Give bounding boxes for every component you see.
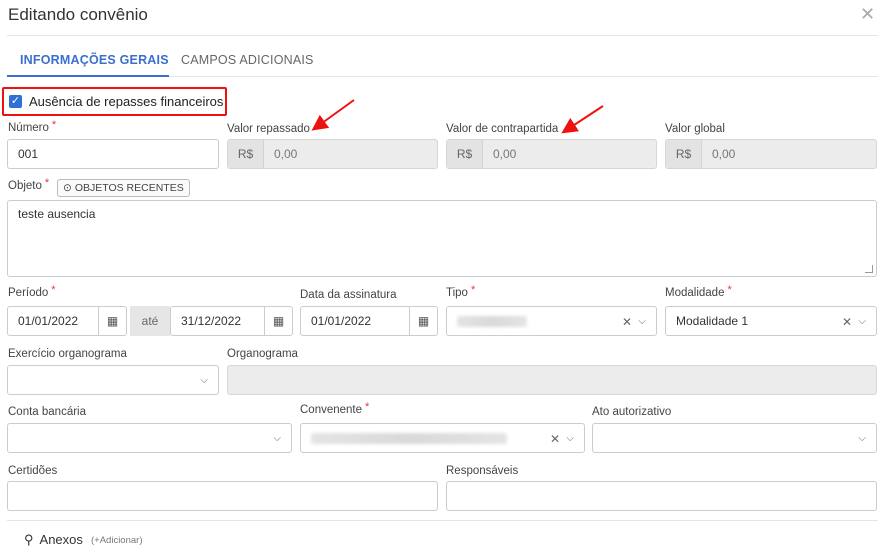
chevron-down-icon[interactable]: ⌵ (858, 316, 866, 327)
certidoes-input[interactable] (7, 481, 438, 511)
valor-contrapartida-value: 0,00 (493, 147, 517, 161)
anexos-add-link[interactable]: (+Adicionar) (91, 535, 142, 546)
valor-global-input: R$ 0,00 (665, 139, 877, 169)
objeto-textarea[interactable]: teste ausencia (7, 200, 877, 277)
periodo-end-input[interactable]: 31/12/2022 ▦ (170, 306, 293, 336)
chevron-down-icon[interactable]: ⌵ (273, 433, 281, 444)
paperclip-icon: ⚲ (24, 532, 34, 547)
chevron-down-icon[interactable]: ⌵ (858, 433, 866, 444)
valor-contrapartida-label: Valor de contrapartida (446, 123, 559, 135)
calendar-icon[interactable]: ▦ (98, 307, 126, 335)
valor-contrapartida-input: R$ 0,00 (446, 139, 657, 169)
valor-repassado-label: Valor repassado (227, 123, 310, 135)
chevron-down-icon[interactable]: ⌵ (638, 316, 646, 327)
calendar-icon[interactable]: ▦ (264, 307, 292, 335)
resize-handle[interactable] (865, 265, 873, 273)
periodo-start-input[interactable]: 01/01/2022 ▦ (7, 306, 127, 336)
numero-label: Número * (8, 119, 57, 134)
arrow-valor-repassado (311, 99, 355, 131)
data-assinatura-label: Data da assinatura (300, 289, 397, 301)
organograma-label: Organograma (227, 348, 298, 360)
valor-global-label: Valor global (665, 123, 725, 135)
ato-autorizativo-label: Ato autorizativo (592, 406, 672, 418)
convenente-select[interactable]: ✕ ⌵ (300, 423, 585, 453)
ato-autorizativo-select[interactable]: ⌵ (592, 423, 877, 453)
certidoes-label: Certidões (8, 465, 58, 477)
organograma-input (227, 365, 877, 395)
tipo-label: Tipo * (446, 284, 476, 299)
currency-prefix: R$ (228, 140, 264, 168)
chevron-down-icon[interactable]: ⌵ (566, 433, 574, 444)
currency-prefix: R$ (447, 140, 483, 168)
responsaveis-input[interactable] (446, 481, 877, 511)
responsaveis-label: Responsáveis (446, 465, 519, 477)
data-assinatura-input[interactable]: 01/01/2022 ▦ (300, 306, 438, 336)
anexos-section: ⚲ Anexos (24, 532, 83, 547)
chevron-down-icon[interactable]: ⌵ (200, 375, 208, 386)
anexos-divider (7, 520, 878, 521)
conta-bancaria-select[interactable]: ⌵ (7, 423, 292, 453)
numero-input[interactable]: 001 (7, 139, 219, 169)
modalidade-label: Modalidade * (665, 284, 732, 299)
clear-icon[interactable]: ✕ (550, 432, 560, 446)
redacted-value (311, 432, 507, 444)
valor-global-value: 0,00 (712, 147, 736, 161)
clear-icon[interactable]: ✕ (622, 315, 632, 329)
exercicio-organograma-label: Exercício organograma (8, 348, 127, 360)
calendar-icon[interactable]: ▦ (409, 307, 437, 335)
tipo-select[interactable]: ✕ ⌵ (446, 306, 657, 336)
modalidade-select[interactable]: Modalidade 1 ✕ ⌵ (665, 306, 877, 336)
objetos-recentes-button[interactable]: ⊙ OBJETOS RECENTES (57, 179, 190, 197)
convenente-label: Convenente * (300, 401, 370, 416)
valor-repassado-value: 0,00 (274, 147, 298, 161)
exercicio-organograma-select[interactable]: ⌵ (7, 365, 219, 395)
currency-prefix: R$ (666, 140, 702, 168)
valor-repassado-input: R$ 0,00 (227, 139, 438, 169)
objeto-label: Objeto * (8, 177, 50, 192)
conta-bancaria-label: Conta bancária (8, 406, 86, 418)
periodo-label: Período * (8, 284, 56, 299)
redacted-value (457, 315, 527, 327)
clock-icon: ⊙ (63, 182, 72, 194)
arrow-valor-contrapartida (561, 105, 604, 134)
clear-icon[interactable]: ✕ (842, 315, 852, 329)
periodo-separator: até (130, 306, 170, 336)
